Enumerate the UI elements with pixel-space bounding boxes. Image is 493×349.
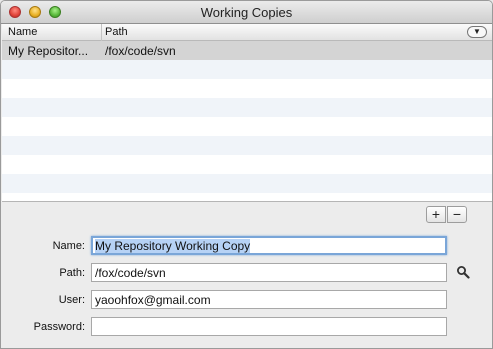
empty-row — [2, 117, 492, 136]
empty-row — [2, 174, 492, 193]
name-label: Name: — [52, 240, 85, 252]
empty-row — [2, 136, 492, 155]
working-copies-window: Working Copies Name Path ▼ My Repositor.… — [0, 0, 493, 349]
column-divider[interactable] — [101, 24, 102, 41]
table-body: My Repositor... /fox/code/svn — [2, 41, 492, 201]
empty-row — [2, 98, 492, 117]
table-cell-path: /fox/code/svn — [105, 44, 176, 58]
password-field[interactable] — [91, 317, 447, 336]
name-field[interactable]: My Repository Working Copy — [91, 236, 447, 255]
empty-row — [2, 155, 492, 174]
add-working-copy-button[interactable]: + — [426, 206, 446, 223]
remove-working-copy-button[interactable]: − — [447, 206, 467, 223]
path-field[interactable]: /fox/code/svn — [91, 263, 447, 282]
working-copies-table[interactable]: Name Path ▼ My Repositor... /fox/code/sv… — [2, 24, 492, 202]
password-label: Password: — [33, 321, 85, 333]
empty-row — [2, 79, 492, 98]
table-cell-name: My Repositor... — [8, 44, 89, 58]
empty-row — [2, 60, 492, 79]
user-field[interactable]: yaoohfox@gmail.com — [91, 290, 447, 309]
empty-row — [2, 193, 492, 201]
column-header-name[interactable]: Name — [8, 26, 37, 38]
title-bar: Working Copies — [1, 1, 492, 24]
window-title: Working Copies — [200, 5, 293, 20]
magnifier-icon[interactable] — [456, 265, 470, 279]
user-label: User: — [58, 294, 85, 306]
table-row[interactable]: My Repositor... /fox/code/svn — [2, 41, 492, 60]
column-menu-button[interactable]: ▼ — [467, 26, 487, 38]
column-header-path[interactable]: Path — [105, 26, 128, 38]
table-header: Name Path ▼ — [2, 24, 492, 41]
path-label: Path: — [59, 267, 85, 279]
name-field-value: My Repository Working Copy — [95, 239, 251, 253]
